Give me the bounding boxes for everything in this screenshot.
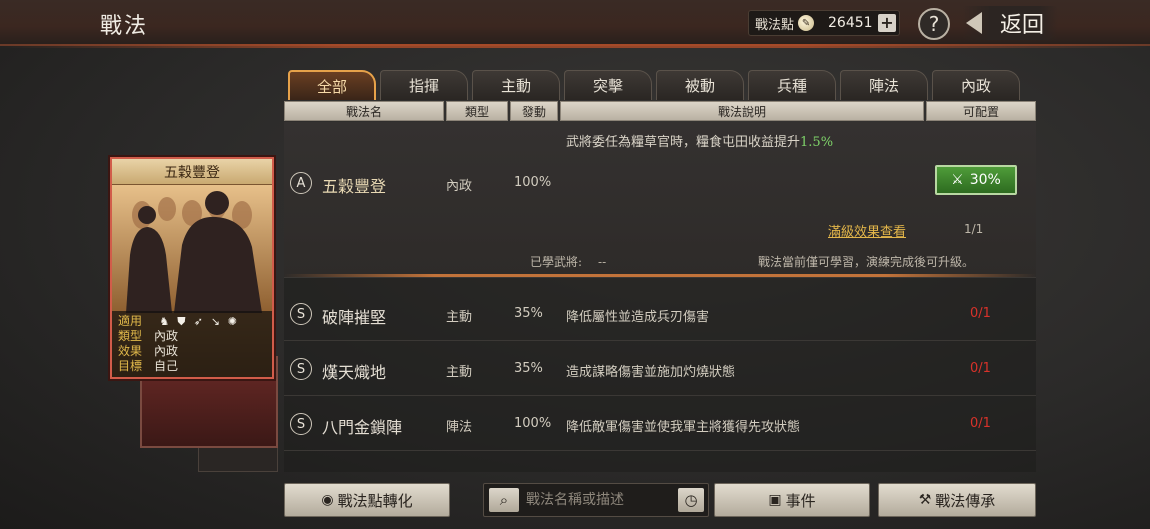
- card-artwork: [112, 185, 272, 313]
- col-type[interactable]: 類型: [446, 101, 508, 121]
- points-value: 26451: [828, 15, 873, 31]
- tactic-rate: 35%: [514, 306, 543, 321]
- train-runner-icon: ⚔: [951, 172, 964, 188]
- tactic-rate: 100%: [514, 175, 552, 190]
- top-bar: 戰法 戰法點 ✎ 26451 + ? 返回: [0, 0, 1150, 48]
- tab-passive[interactable]: 被動: [656, 70, 744, 100]
- max-level-effect-link[interactable]: 滿級效果查看: [828, 221, 906, 240]
- back-button[interactable]: 返回: [962, 6, 1058, 40]
- tactic-name: 熯天熾地: [322, 363, 387, 382]
- tab-command[interactable]: 指揮: [380, 70, 468, 100]
- search-box: ⌕ ◷: [483, 483, 709, 517]
- scroll-icon: ▣: [768, 492, 782, 508]
- spear-icon: ↘: [210, 315, 220, 328]
- tab-formation[interactable]: 陣法: [840, 70, 928, 100]
- card-title: 五穀豐登: [112, 159, 272, 185]
- tab-active[interactable]: 主動: [472, 70, 560, 100]
- card-effect-label: 效果: [118, 344, 143, 358]
- grade-badge: S: [290, 358, 312, 380]
- search-input[interactable]: [526, 488, 672, 512]
- inherit-tactic-button[interactable]: ⚒ 戰法傳承: [878, 483, 1036, 517]
- tactic-type: 陣法: [446, 420, 473, 435]
- points-coin-icon: ◉: [321, 492, 334, 508]
- col-name[interactable]: 戰法名: [284, 101, 444, 121]
- convert-points-label: 戰法點轉化: [337, 491, 413, 510]
- card-effect-value: 內政: [154, 344, 179, 358]
- tab-internal[interactable]: 內政: [932, 70, 1020, 100]
- card-type-label: 類型: [118, 329, 143, 343]
- card-target-label: 目標: [118, 359, 143, 373]
- points-coin-icon: ✎: [798, 15, 815, 31]
- tactic-type: 主動: [446, 310, 473, 325]
- grade-badge: S: [290, 413, 312, 435]
- tactic-row[interactable]: S 熯天熾地 主動 35% 造成謀略傷害並施加灼燒狀態 0/1: [284, 342, 1036, 396]
- selected-desc-text: 武將委任為糧草官時，糧食屯田收益提升: [566, 135, 801, 150]
- train-progress: 30%: [969, 172, 1001, 188]
- category-tabs: 全部 指揮 主動 突擊 被動 兵種 陣法 內政: [288, 70, 1024, 100]
- tactic-desc: 造成謀略傷害並施加灼燒狀態: [566, 365, 736, 380]
- card-type-value: 內政: [154, 329, 179, 343]
- bow-icon: ➶: [193, 315, 203, 328]
- selected-desc-highlight: 1.5%: [800, 135, 834, 150]
- card-apply-label: 適用: [118, 314, 143, 328]
- tactic-name: 破陣摧堅: [322, 308, 387, 327]
- tactic-row[interactable]: S 破陣摧堅 主動 35% 降低屬性並造成兵刃傷害 0/1: [284, 287, 1036, 341]
- search-icon[interactable]: ⌕: [489, 488, 519, 512]
- tactic-rate: 35%: [514, 361, 543, 376]
- events-label: 事件: [785, 491, 816, 510]
- tab-troop[interactable]: 兵種: [748, 70, 836, 100]
- column-header: 戰法名 類型 發動 戰法說明 可配置: [284, 101, 1036, 121]
- card-info: 適用 ♞ ⛊ ➶ ↘ ✺ 類型 內政 效果 內政 目標 自己: [112, 311, 272, 377]
- tactic-row[interactable]: S 八門金鎖陣 陣法 100% 降低敵軍傷害並使我軍主將獲得先攻狀態 0/1: [284, 397, 1036, 451]
- page-title: 戰法: [100, 14, 149, 39]
- col-rate[interactable]: 發動: [510, 101, 558, 121]
- convert-points-button[interactable]: ◉ 戰法點轉化: [284, 483, 450, 517]
- tactic-slots: 0/1: [970, 306, 991, 321]
- tactic-list[interactable]: 武將委任為糧草官時，糧食屯田收益提升1.5% A 五穀豐登 內政 100% ⚔ …: [284, 122, 1036, 472]
- tactic-type: 主動: [446, 365, 473, 380]
- shield-icon: ⛊: [177, 315, 186, 328]
- tactic-points-display: 戰法點 ✎ 26451 +: [748, 10, 900, 36]
- tactic-type: 內政: [446, 179, 473, 194]
- tactic-slots: 0/1: [970, 416, 991, 431]
- learned-value: --: [598, 255, 607, 269]
- tactic-desc: 降低敵軍傷害並使我軍主將獲得先攻狀態: [566, 420, 801, 435]
- tab-all[interactable]: 全部: [288, 70, 376, 100]
- clock-icon[interactable]: ◷: [678, 488, 704, 512]
- tactic-note: 戰法當前僅可學習，演練完成後可升級。: [758, 255, 975, 269]
- card-target-value: 自己: [154, 359, 179, 373]
- tab-assault[interactable]: 突擊: [564, 70, 652, 100]
- col-slots[interactable]: 可配置: [926, 101, 1036, 121]
- level-progress: 1/1: [964, 222, 984, 236]
- chariot-icon: ✺: [227, 315, 237, 328]
- tactic-desc: 降低屬性並造成兵刃傷害: [566, 310, 710, 325]
- col-desc: 戰法說明: [560, 101, 924, 121]
- tactic-card: 五穀豐登 適用 ♞ ⛊ ➶ ↘ ✺ 類型 內政 效果 內政 目標 自己: [110, 157, 274, 379]
- troop-type-icons: ♞ ⛊ ➶ ↘ ✺: [158, 315, 239, 328]
- learned-generals: 已學武將: --: [530, 253, 606, 270]
- back-label: 返回: [999, 13, 1044, 38]
- hammer-icon: ⚒: [918, 492, 932, 508]
- learned-label: 已學武將:: [530, 255, 583, 269]
- grade-badge: S: [290, 303, 312, 325]
- cavalry-icon: ♞: [159, 315, 170, 328]
- tactic-slots: 0/1: [970, 361, 991, 376]
- train-button[interactable]: ⚔ 30%: [935, 165, 1017, 195]
- selected-description: 武將委任為糧草官時，糧食屯田收益提升1.5%: [566, 131, 833, 150]
- events-button[interactable]: ▣ 事件: [714, 483, 870, 517]
- tactic-name: 八門金鎖陣: [322, 418, 403, 437]
- help-button[interactable]: ?: [918, 8, 950, 40]
- tactic-name: 五穀豐登: [322, 177, 387, 196]
- tactic-row-selected[interactable]: 武將委任為糧草官時，糧食屯田收益提升1.5% A 五穀豐登 內政 100% ⚔ …: [284, 122, 1036, 278]
- grade-badge: A: [290, 172, 312, 194]
- back-arrow-icon: [966, 12, 982, 34]
- tactic-card-stack-back: [198, 446, 278, 472]
- points-label: 戰法點: [755, 17, 795, 33]
- inherit-tactic-label: 戰法傳承: [935, 491, 996, 510]
- tactic-rate: 100%: [514, 416, 552, 431]
- add-points-button[interactable]: +: [878, 14, 896, 32]
